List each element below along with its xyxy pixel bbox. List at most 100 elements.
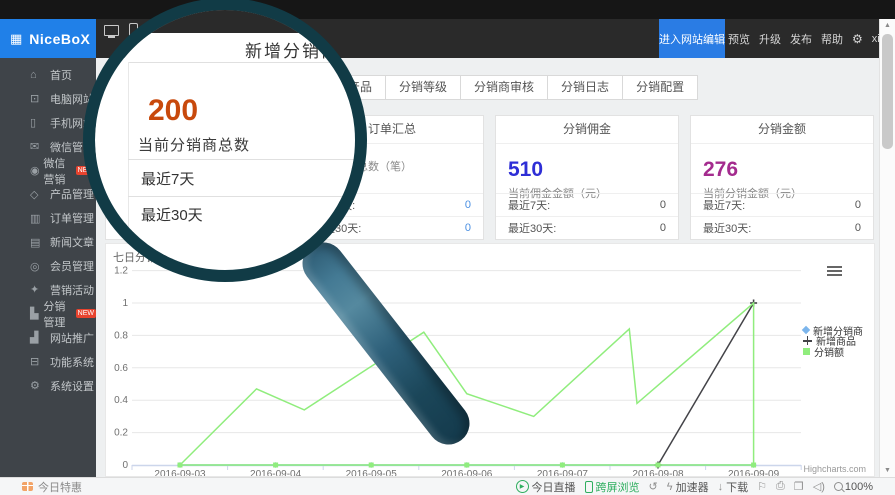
svg-text:2016-09-06: 2016-09-06: [441, 469, 493, 476]
page-scrollbar[interactable]: ▲ ▼: [879, 19, 895, 477]
card-title: 分销金额: [691, 116, 873, 144]
help-link[interactable]: 帮助: [821, 31, 843, 47]
app-logo-text: NiceBoX: [29, 31, 90, 47]
card-row: 最近30天:0: [496, 216, 678, 239]
scroll-thumb[interactable]: [882, 34, 893, 149]
wechat-manage-icon: ✉: [30, 140, 50, 153]
sidebar-item-wechat-marketing[interactable]: ◉微信营销NEW: [0, 159, 96, 183]
svg-text:0.2: 0.2: [114, 428, 128, 439]
daily-deal-link[interactable]: 今日特惠: [38, 479, 82, 495]
live-today-item[interactable]: ▶ 今日直播: [516, 479, 576, 495]
magnifier-icon: [834, 482, 843, 491]
accelerator-item[interactable]: ϟ 加速器: [667, 479, 709, 495]
divider: [128, 196, 355, 197]
tab-distribution-levels[interactable]: 分销等级: [385, 75, 461, 100]
speaker-icon[interactable]: ◁): [813, 480, 825, 493]
sidebar-item-mobile-site[interactable]: ▯手机网站: [0, 111, 96, 135]
sidebar-item-news-article[interactable]: ▤新闻文章: [0, 230, 96, 254]
sidebar-item-member-manage[interactable]: ◎会员管理: [0, 254, 96, 278]
sidebar-item-order-manage[interactable]: ▥订单管理: [0, 206, 96, 230]
diamond-marker-icon: [802, 326, 810, 334]
magnified-row-label: 最近30天: [141, 204, 203, 225]
flag-icon[interactable]: ⚐: [757, 480, 767, 493]
enter-site-editor-button[interactable]: 进入网站编辑: [659, 19, 725, 58]
svg-text:2016-09-08: 2016-09-08: [632, 469, 684, 476]
card-row: 最近30天:0: [691, 216, 873, 239]
mobile-site-icon: ▯: [30, 116, 50, 129]
card-row: 最近7天:0: [691, 193, 873, 216]
scroll-up-icon[interactable]: ▲: [880, 22, 895, 29]
card-row: 最近30天:0: [301, 216, 483, 239]
divider: [129, 62, 355, 63]
svg-text:0.6: 0.6: [114, 363, 128, 374]
phone-screen-icon: [585, 481, 593, 493]
card-value: 510: [508, 158, 678, 182]
svg-text:0.4: 0.4: [114, 395, 128, 406]
marketing-campaign-icon: ✦: [30, 283, 50, 296]
app-logo[interactable]: ▦ NiceBoX: [0, 19, 96, 58]
magnified-card-caption: 当前分销商总数: [138, 134, 250, 155]
tab-distributor-review[interactable]: 分销商审核: [460, 75, 548, 100]
distribution-manage-icon: ▙: [30, 307, 43, 320]
tab-distribution-config[interactable]: 分销配置: [622, 75, 698, 100]
zoom-level-item[interactable]: 100%: [834, 481, 873, 493]
card-value: 276: [703, 158, 873, 182]
play-circle-icon: ▶: [516, 480, 529, 493]
member-manage-icon: ◎: [30, 260, 50, 273]
card-row: 最近7天:0: [496, 193, 678, 216]
order-manage-icon: ▥: [30, 212, 50, 225]
tab-distribution-log[interactable]: 分销日志: [547, 75, 623, 100]
svg-text:0: 0: [122, 460, 128, 471]
status-bar: 今日特惠 ▶ 今日直播 跨屏浏览 ↺ ϟ 加速器 ↓ 下载 ⚐ ⎙ ❐ ◁): [0, 477, 895, 495]
trend-chart-panel: 七日分销趋势 00.20.40.60.811.22016-09-032016-0…: [105, 243, 875, 477]
highcharts-credit[interactable]: Highcharts.com: [803, 464, 866, 474]
chart-legend: 新增分销商 新增商品 分销额: [803, 325, 863, 357]
sidebar-item-system-settings[interactable]: ⚙系统设置: [0, 374, 96, 398]
svg-text:2016-09-04: 2016-09-04: [250, 469, 302, 476]
square-marker-icon: [803, 348, 810, 355]
svg-text:2016-09-03: 2016-09-03: [154, 469, 206, 476]
cross-screen-item[interactable]: 跨屏浏览: [585, 479, 640, 495]
download-icon: ↓: [718, 481, 724, 493]
window-icon[interactable]: ❐: [794, 480, 804, 493]
card-distribution-amount: 分销金额 276 当前分销金额（元） 最近7天:0 最近30天:0: [690, 115, 874, 240]
magnified-topbar: [95, 10, 355, 33]
magnified-card-value: 200: [148, 94, 198, 128]
desktop-preview-icon-base: [108, 36, 115, 38]
card-title: 分销佣金: [496, 116, 678, 144]
magnifier-lens: 新增分销商 200 当前分销商总数 最近7天 最近30天: [95, 10, 355, 270]
news-article-icon: ▤: [30, 236, 50, 249]
svg-text:1: 1: [122, 298, 128, 309]
refresh-icon[interactable]: ↺: [649, 480, 658, 493]
preview-link[interactable]: 预览: [728, 31, 750, 47]
sidebar-item-function-system[interactable]: ⊟功能系统: [0, 350, 96, 374]
sidebar-item-distribution-manage[interactable]: ▙分销管理NEW: [0, 302, 96, 326]
upgrade-link[interactable]: 升级: [759, 31, 781, 47]
cross-marker-icon: [803, 336, 812, 345]
settings-gear-icon[interactable]: ⚙: [852, 32, 863, 46]
wechat-marketing-icon: ◉: [30, 164, 43, 177]
new-badge: NEW: [76, 309, 96, 318]
sidebar-nav: ⌂首页 ⊡电脑网站 ▯手机网站 ✉微信管理 ◉微信营销NEW ◇产品管理 ▥订单…: [0, 58, 96, 477]
divider: [128, 62, 129, 247]
gift-icon: [22, 482, 33, 491]
svg-text:2016-09-09: 2016-09-09: [728, 469, 780, 476]
magnified-row-label: 最近7天: [141, 168, 194, 189]
scroll-down-icon[interactable]: ▼: [880, 467, 895, 474]
desktop-site-icon: ⊡: [30, 92, 50, 105]
sidebar-item-home[interactable]: ⌂首页: [0, 63, 96, 87]
sidebar-item-desktop-site[interactable]: ⊡电脑网站: [0, 87, 96, 111]
publish-link[interactable]: 发布: [790, 31, 812, 47]
admin-dashboard: ▦ NiceBoX 进入网站编辑 预览 升级 发布 帮助 ⚙ xiaomei 退…: [0, 0, 895, 495]
printer-icon[interactable]: ⎙: [776, 480, 785, 493]
svg-text:2016-09-05: 2016-09-05: [346, 469, 398, 476]
home-icon: ⌂: [30, 69, 50, 81]
line-chart: 00.20.40.60.811.22016-09-032016-09-04201…: [106, 244, 874, 476]
svg-text:2016-09-07: 2016-09-07: [537, 469, 589, 476]
card-distribution-commission: 分销佣金 510 当前佣金金额（元） 最近7天:0 最近30天:0: [495, 115, 679, 240]
new-badge: NEW: [76, 166, 96, 175]
magnified-active-indicator: [104, 44, 110, 63]
topbar-links: 预览 升级 发布 帮助 ⚙ xiaomei 退出: [728, 19, 878, 58]
download-item[interactable]: ↓ 下载: [718, 479, 749, 495]
product-manage-icon: ◇: [30, 188, 50, 201]
